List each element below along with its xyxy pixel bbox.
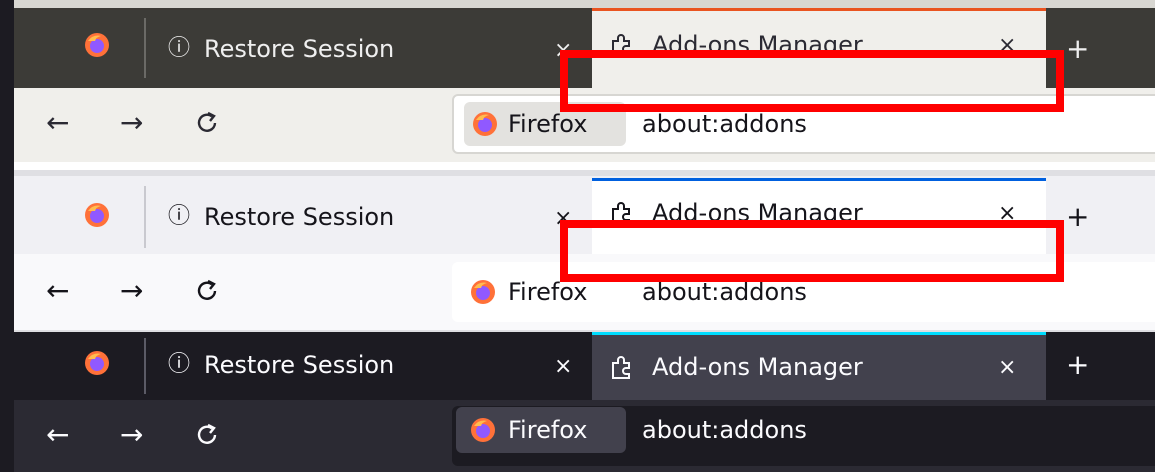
new-tab-button[interactable]: + [1066,202,1089,232]
back-button[interactable]: ← [46,108,69,138]
divider [0,162,1155,170]
nav-bar: ← → Firefox about:addons [0,400,1155,472]
url-text[interactable]: about:addons [642,109,807,139]
browser-window-dark-theme: ⓘ Restore Session × Add-ons Manager × + … [0,332,1155,472]
identity-label: Firefox [508,416,588,444]
tab-add-ons-manager[interactable]: Add-ons Manager × [592,332,1046,400]
firefox-logo-icon[interactable] [84,202,110,228]
identity-label: Firefox [508,110,588,138]
forward-button[interactable]: → [120,276,143,306]
tab-title-restore-session[interactable]: Restore Session [204,202,394,232]
firefox-logo-icon[interactable] [84,32,110,58]
tab-bar: ⓘ Restore Session × Add-ons Manager × + [0,332,1155,400]
url-bar[interactable]: Firefox about:addons [452,406,1155,466]
reload-button[interactable] [194,110,220,136]
tab-separator [144,338,146,394]
reload-icon [197,423,217,444]
new-tab-button[interactable]: + [1066,34,1089,64]
tab-separator [144,186,146,248]
reload-icon [197,279,217,300]
left-edge [0,0,14,472]
info-icon: ⓘ [168,204,191,229]
highlight-box [560,220,1064,282]
forward-button[interactable]: → [120,108,143,138]
tab-title-add-ons-manager: Add-ons Manager [652,353,863,381]
info-icon: ⓘ [168,36,191,61]
identity-box[interactable]: Firefox [456,407,626,453]
tab-close-button[interactable]: × [554,354,572,380]
info-icon: ⓘ [168,352,191,377]
browser-window-light-theme: ⓘ Restore Session × Add-ons Manager × + … [0,170,1155,332]
browser-window-ubuntu-theme: ⓘ Restore Session × Add-ons Manager × + … [0,0,1155,170]
reload-button[interactable] [194,278,220,304]
tab-separator [144,18,146,78]
firefox-logo-icon [471,418,495,442]
firefox-logo-icon[interactable] [84,350,110,376]
firefox-logo-icon [473,112,497,136]
tab-title-restore-session[interactable]: Restore Session [204,350,394,380]
tab-close-button[interactable]: × [998,355,1016,381]
firefox-logo-icon [471,280,495,304]
reload-icon [197,111,217,132]
forward-button[interactable]: → [120,420,143,450]
tab-title-restore-session[interactable]: Restore Session [204,34,394,64]
puzzle-piece-icon [612,356,630,379]
back-button[interactable]: ← [46,276,69,306]
new-tab-button[interactable]: + [1066,350,1089,380]
reload-button[interactable] [194,422,220,448]
highlight-box [560,50,1064,112]
url-text[interactable]: about:addons [642,415,807,445]
back-button[interactable]: ← [46,420,69,450]
